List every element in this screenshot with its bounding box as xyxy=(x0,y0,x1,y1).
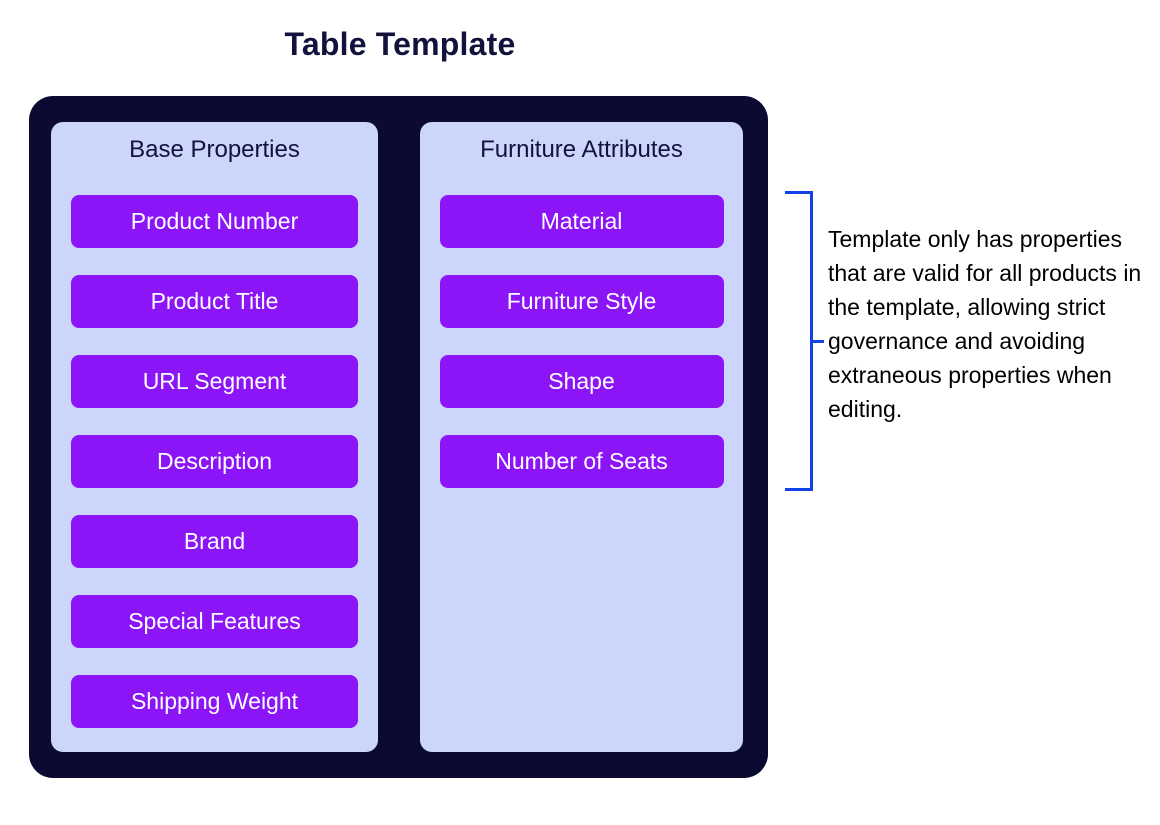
property-pill-list-base-properties: Product Number Product Title URL Segment… xyxy=(51,195,378,755)
page-title: Table Template xyxy=(284,26,516,62)
group-header-furniture-attributes: Furniture Attributes xyxy=(480,136,683,163)
property-pill[interactable]: Product Title xyxy=(71,275,358,328)
bracket-pointer-tick xyxy=(813,340,824,343)
property-pill-list-furniture-attributes: Material Furniture Style Shape Number of… xyxy=(420,195,743,515)
table-template-container: Base Properties Product Number Product T… xyxy=(29,96,768,778)
property-pill[interactable]: Product Number xyxy=(71,195,358,248)
property-pill[interactable]: Material xyxy=(439,195,724,248)
bracket-arm-top xyxy=(785,191,813,194)
property-group-base-properties: Base Properties Product Number Product T… xyxy=(51,122,378,752)
property-pill[interactable]: Brand xyxy=(71,515,358,568)
property-pill[interactable]: Special Features xyxy=(71,595,358,648)
property-group-furniture-attributes: Furniture Attributes Material Furniture … xyxy=(420,122,743,752)
property-pill[interactable]: Description xyxy=(71,435,358,488)
property-pill[interactable]: Furniture Style xyxy=(439,275,724,328)
group-header-base-properties: Base Properties xyxy=(129,136,300,163)
property-pill[interactable]: URL Segment xyxy=(71,355,358,408)
annotation-text: Template only has properties that are va… xyxy=(828,226,1142,422)
bracket-arm-bottom xyxy=(785,488,813,491)
property-pill[interactable]: Number of Seats xyxy=(439,435,724,488)
property-pill[interactable]: Shape xyxy=(439,355,724,408)
annotation-bracket-icon xyxy=(783,191,824,491)
property-pill[interactable]: Shipping Weight xyxy=(71,675,358,728)
